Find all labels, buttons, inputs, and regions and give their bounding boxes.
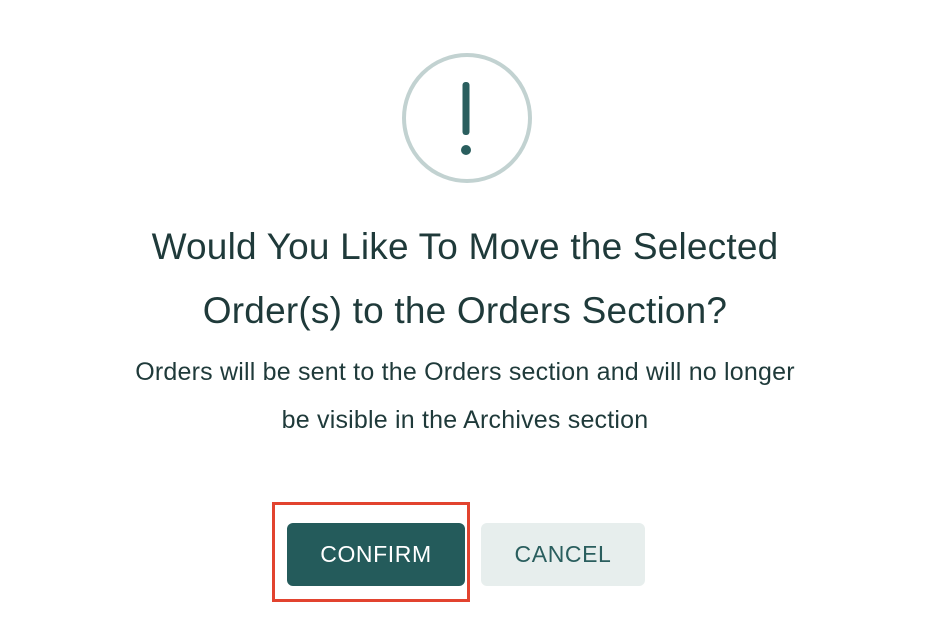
cancel-button[interactable]: CANCEL <box>481 523 645 586</box>
dialog-message-line-1: Orders will be sent to the Orders sectio… <box>135 358 795 386</box>
exclamation-icon <box>402 53 532 183</box>
exclamation-bar <box>462 82 470 135</box>
dialog-title: Would You Like To Move the Selected Orde… <box>0 215 930 343</box>
dialog-message-line-2: be visible in the Archives section <box>281 406 649 434</box>
confirm-button[interactable]: CONFIRM <box>287 523 465 586</box>
exclamation-dot <box>461 145 471 155</box>
dialog-title-line-2: Order(s) to the Orders Section? <box>202 290 728 331</box>
dialog-message: Orders will be sent to the Orders sectio… <box>0 348 930 444</box>
confirm-move-dialog: Would You Like To Move the Selected Orde… <box>0 0 930 642</box>
dialog-title-line-1: Would You Like To Move the Selected <box>151 226 779 267</box>
